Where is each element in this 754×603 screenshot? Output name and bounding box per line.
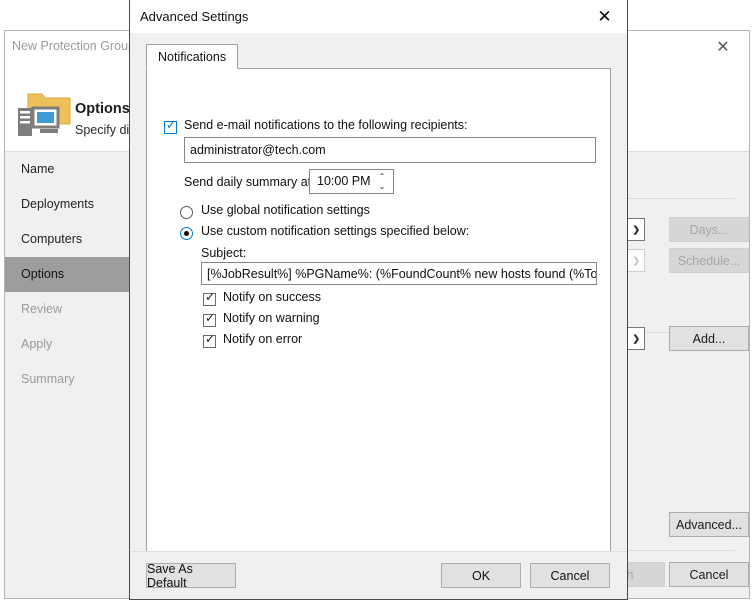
chevron-down-icon: ❯	[632, 224, 640, 234]
notify-on-error-label: Notify on error	[223, 332, 303, 346]
sidebar-item-deployments[interactable]: Deployments	[5, 187, 135, 222]
notify-on-success-checkbox[interactable]: ✓	[203, 291, 216, 306]
sidebar-item-apply: Apply	[21, 337, 53, 351]
cancel-button[interactable]: Cancel	[530, 563, 610, 588]
background-window-title: New Protection Group	[12, 39, 135, 53]
ok-button[interactable]: OK	[441, 563, 521, 588]
notify-on-warning-label: Notify on warning	[223, 311, 320, 325]
sidebar-item-summary: Summary	[21, 372, 75, 386]
chevron-down-icon: ❯	[632, 255, 640, 265]
recipients-input[interactable]: administrator@tech.com	[184, 137, 596, 163]
subject-input[interactable]: [%JobResult%] %PGName%: (%FoundCount% ne…	[201, 262, 597, 285]
subject-label: Subject:	[201, 246, 247, 260]
sidebar-item-computers[interactable]: Computers	[5, 222, 135, 257]
wizard-step-list: Name Deployments Computers Options Revie…	[5, 152, 135, 598]
add-button[interactable]: Add...	[669, 326, 749, 351]
tab-strip: Notifications	[146, 44, 611, 69]
daily-summary-time-stepper[interactable]: 10:00 PM ⌃ ⌄	[309, 169, 394, 194]
dialog-footer: Save As Default OK Cancel	[130, 551, 627, 599]
send-email-checkbox[interactable]: ✓	[164, 119, 177, 134]
notifications-tab-page: ✓ Send e-mail notifications to the follo…	[146, 68, 611, 586]
sidebar-item-review: Review	[21, 302, 62, 316]
cancel-button[interactable]: Cancel	[669, 562, 749, 587]
protection-group-icon	[16, 88, 74, 140]
daily-summary-time-value: 10:00 PM	[317, 174, 371, 188]
dialog-body: Notifications ✓ Send e-mail notification…	[130, 33, 627, 599]
wizard-header-title: Options	[75, 101, 130, 117]
notify-on-success-label: Notify on success	[223, 290, 321, 304]
close-icon[interactable]: ✕	[582, 0, 627, 32]
stepper-buttons[interactable]: ⌃ ⌄	[375, 172, 389, 192]
notify-on-error-checkbox[interactable]: ✓	[203, 333, 216, 348]
schedule-button: Schedule...	[669, 248, 749, 273]
chevron-up-icon[interactable]: ⌃	[379, 173, 386, 181]
chevron-down-icon: ❯	[632, 333, 640, 343]
use-global-settings-radio[interactable]	[180, 206, 193, 219]
use-custom-settings-radio[interactable]	[180, 227, 193, 240]
notify-on-warning-checkbox[interactable]: ✓	[203, 312, 216, 327]
sidebar-item-options[interactable]: Options	[5, 257, 135, 292]
tab-notifications[interactable]: Notifications	[146, 44, 239, 69]
dialog-titlebar: Advanced Settings ✕	[130, 0, 627, 33]
sidebar-item-name[interactable]: Name	[5, 152, 135, 187]
send-email-label: Send e-mail notifications to the followi…	[184, 118, 468, 132]
save-as-default-button[interactable]: Save As Default	[146, 562, 236, 590]
dialog-title: Advanced Settings	[140, 9, 249, 24]
close-icon[interactable]: ✕	[702, 34, 744, 62]
wizard-header-subtitle: Specify dis	[75, 123, 136, 137]
use-global-settings-label: Use global notification settings	[201, 203, 370, 217]
chevron-down-icon[interactable]: ⌄	[379, 183, 386, 191]
use-custom-settings-label: Use custom notification settings specifi…	[201, 224, 470, 238]
days-button: Days...	[669, 217, 749, 242]
daily-summary-label: Send daily summary at:	[184, 175, 315, 189]
advanced-button[interactable]: Advanced...	[669, 512, 749, 537]
advanced-settings-dialog: Advanced Settings ✕ Notifications ✓ Send…	[129, 0, 628, 600]
